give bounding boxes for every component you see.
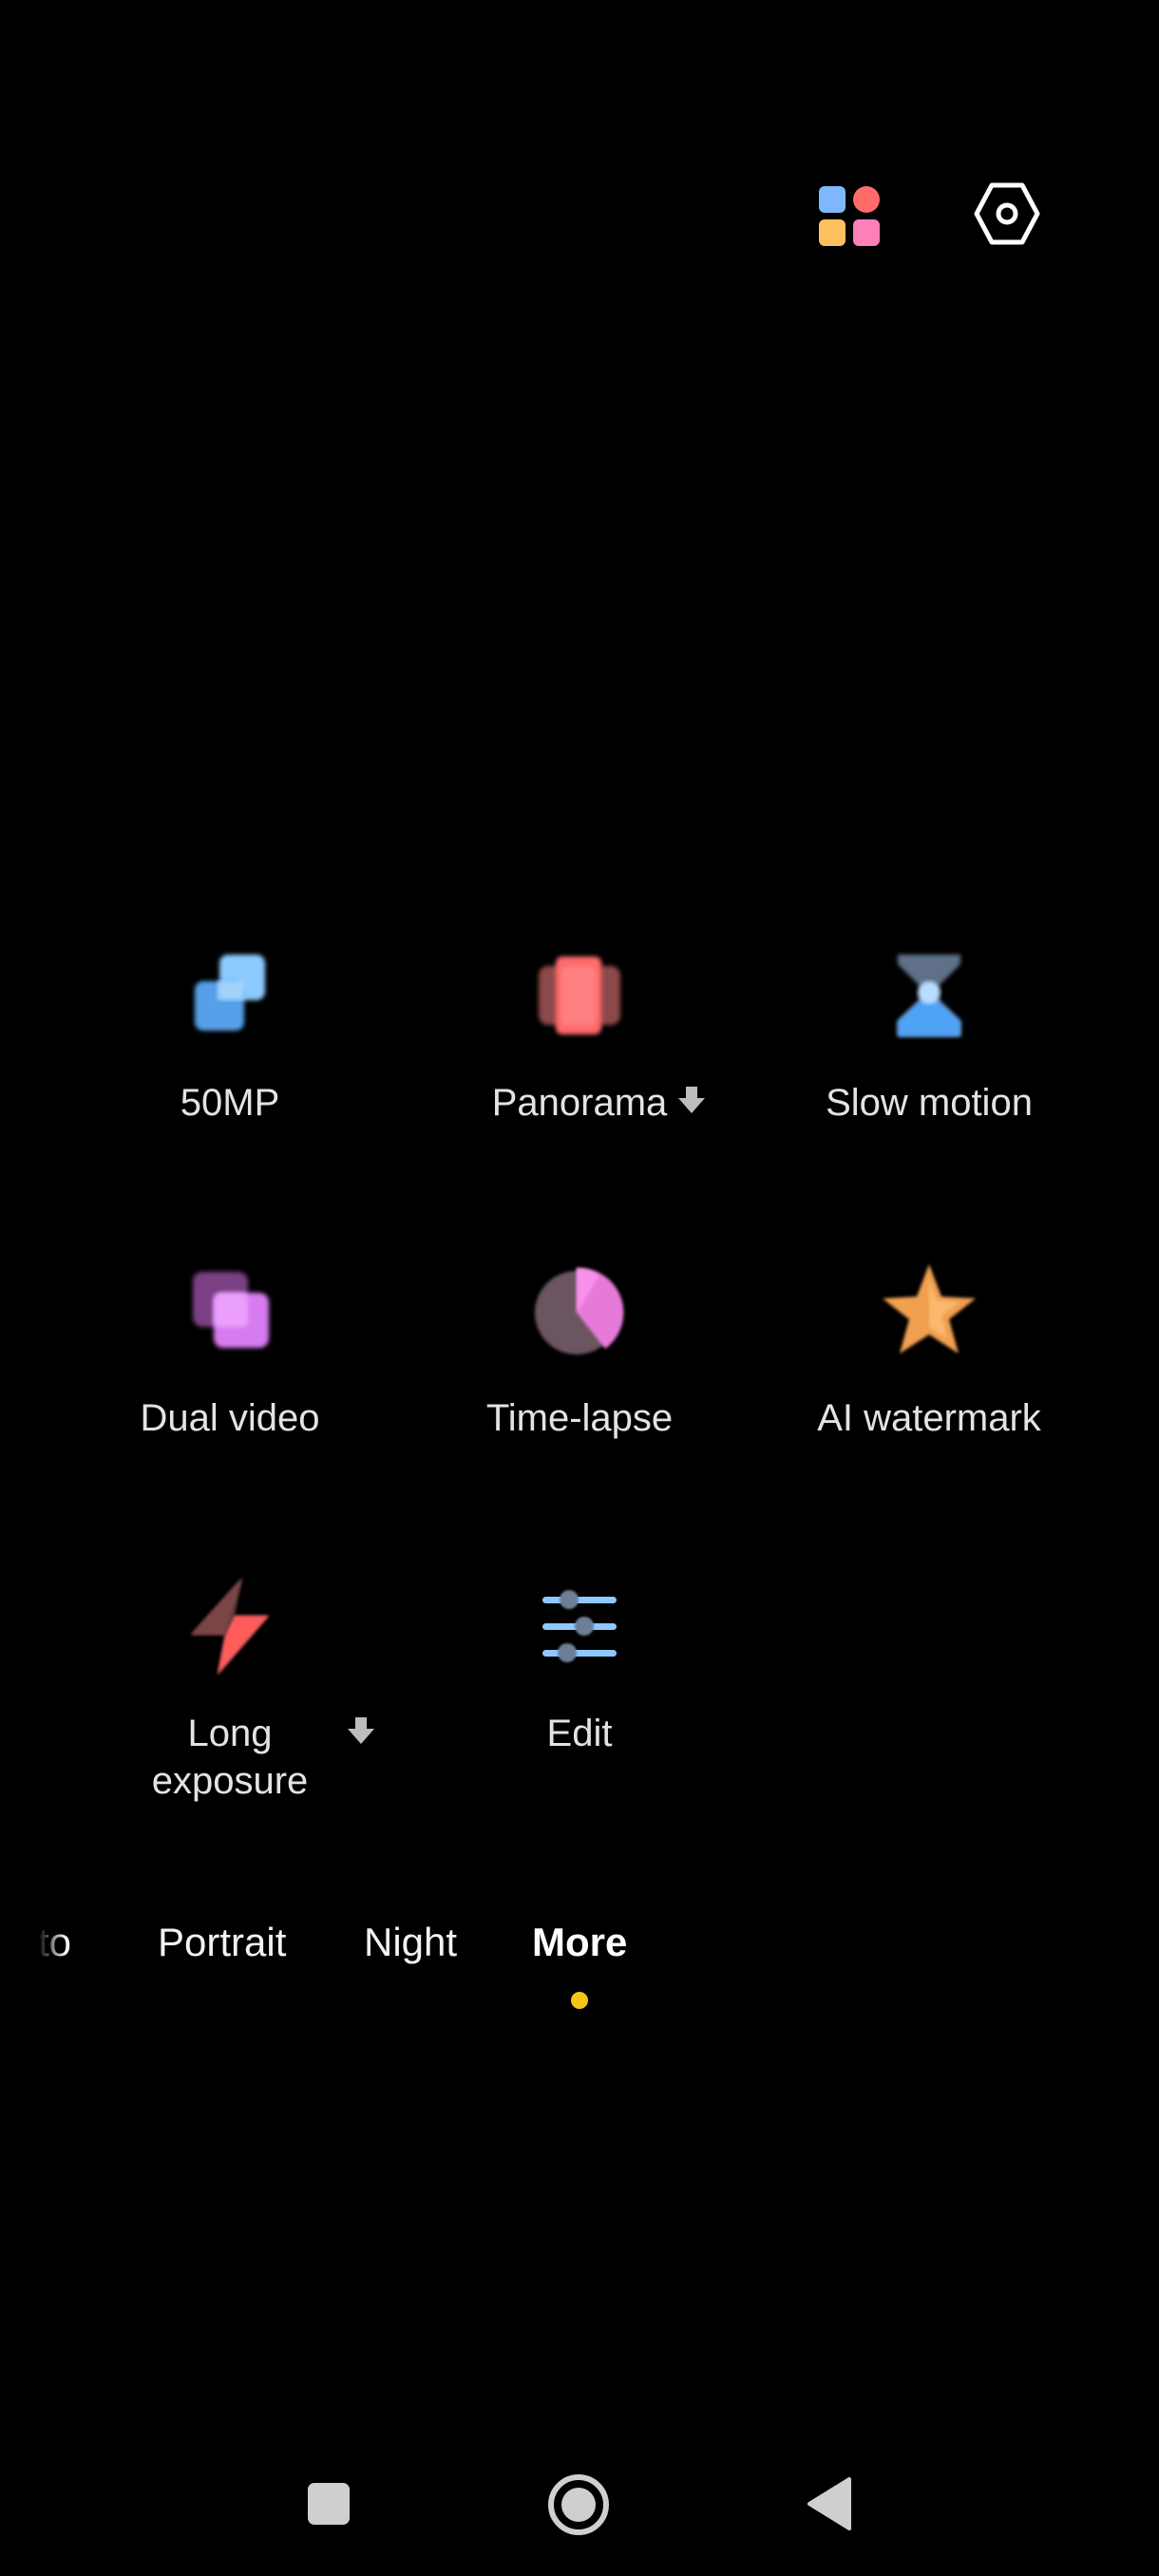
apps-grid-button[interactable] (812, 179, 888, 255)
nav-home-button[interactable] (543, 2470, 614, 2540)
nav-back-button[interactable] (802, 2473, 855, 2534)
circle-home-icon (548, 2474, 609, 2535)
mode-50mp[interactable]: 50MP (59, 938, 401, 1127)
mode-label-text: Long exposure (151, 1713, 309, 1802)
panorama-icon (539, 957, 620, 1034)
mode-label: Slow motion (826, 1082, 1033, 1124)
hourglass-icon (898, 955, 960, 1036)
hexagon-settings-icon (974, 182, 1040, 245)
mode-time-lapse[interactable]: Time-lapse (408, 1254, 750, 1442)
sliders-icon (542, 1590, 617, 1662)
settings-button[interactable] (967, 174, 1047, 254)
mode-label: 50MP (180, 1082, 280, 1124)
mode-tabs: to Portrait Night More (0, 1909, 1159, 1985)
mode-label: Time-lapse (485, 1397, 674, 1439)
mode-ai-watermark[interactable]: AI watermark (758, 1254, 1100, 1442)
mode-dual-video[interactable]: Dual video (59, 1254, 401, 1442)
mode-label: AI watermark (817, 1397, 1041, 1439)
mode-panorama[interactable]: Panorama (408, 938, 750, 1127)
dual-video-icon (193, 1272, 269, 1348)
time-lapse-icon (535, 1267, 624, 1354)
squares-icon (195, 955, 265, 1031)
tab-portrait[interactable]: Portrait (158, 1909, 286, 1976)
lightning-icon (191, 1578, 269, 1675)
mode-long-exposure[interactable]: Long exposure (59, 1569, 401, 1805)
tab-more[interactable]: More (532, 1909, 627, 1976)
camera-more-modes-screen: 50MP Panorama Slow motion Dual video Tim… (0, 0, 1159, 2576)
triangle-back-icon (808, 2477, 851, 2530)
square-recents-icon (308, 2483, 350, 2525)
active-tab-indicator (571, 1992, 588, 2009)
mode-label: Panorama (491, 1079, 706, 1127)
tab-night[interactable]: Night (364, 1909, 457, 1976)
mode-label: Dual video (140, 1397, 320, 1439)
nav-recents-button[interactable] (304, 2479, 353, 2529)
mode-label: Edit (546, 1713, 613, 1754)
mode-label: Long exposure (125, 1710, 374, 1805)
download-icon (348, 1717, 374, 1744)
download-icon (678, 1087, 706, 1113)
grid-apps-icon (819, 186, 880, 246)
mode-label-text: Panorama (491, 1082, 668, 1124)
tab-photo[interactable]: to (38, 1909, 71, 1976)
mode-edit[interactable]: Edit (408, 1569, 750, 1757)
star-icon (883, 1264, 976, 1354)
mode-slow-motion[interactable]: Slow motion (758, 938, 1100, 1127)
